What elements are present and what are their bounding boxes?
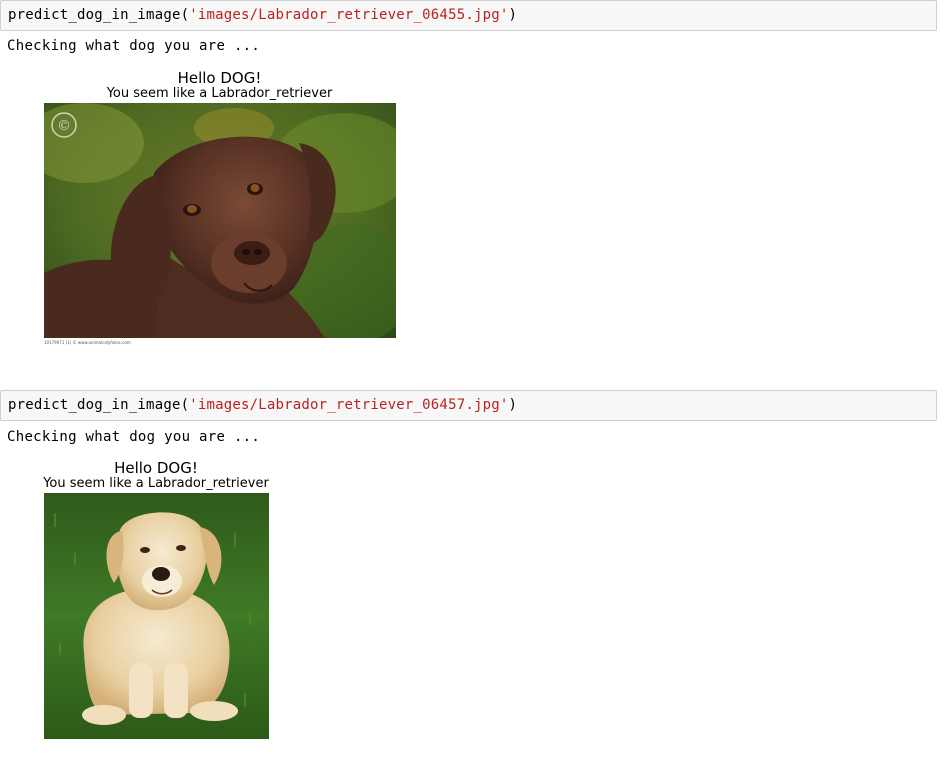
code-string-argument: 'images/Labrador_retriever_06455.jpg': [189, 7, 509, 23]
code-close-paren: ): [508, 7, 518, 23]
figure-title-text: Hello DOG!: [114, 459, 198, 477]
cell-output-text-2: Checking what dog you are ...: [7, 429, 261, 445]
figure-subtitle-text: You seem like a Labrador_retriever: [106, 86, 333, 101]
code-function-call: predict_dog_in_image(: [8, 7, 190, 23]
cell-output-text-1: Checking what dog you are ...: [7, 38, 261, 54]
figure-title-1: Hello DOG! You seem like a Labrador_retr…: [44, 70, 395, 101]
code-function-call: predict_dog_in_image(: [8, 397, 190, 413]
watermark-symbol: ©: [57, 118, 71, 134]
code-string-argument: 'images/Labrador_retriever_06457.jpg': [189, 397, 509, 413]
figure-title-text: Hello DOG!: [177, 69, 262, 87]
code-cell-input-2[interactable]: predict_dog_in_image('images/Labrador_re…: [0, 390, 937, 421]
dog-photo-chocolate-lab: ©: [44, 103, 396, 338]
figure-subtitle-text: You seem like a Labrador_retriever: [43, 476, 269, 491]
figure-title-2: Hello DOG! You seem like a Labrador_retr…: [17, 460, 295, 491]
photo-caption-credit: 10179071 (1) © www.animalcalyfolios.com: [44, 340, 131, 345]
code-cell-input-1[interactable]: predict_dog_in_image('images/Labrador_re…: [0, 0, 937, 31]
dog-photo-yellow-lab: [44, 493, 269, 739]
code-close-paren: ): [508, 397, 518, 413]
